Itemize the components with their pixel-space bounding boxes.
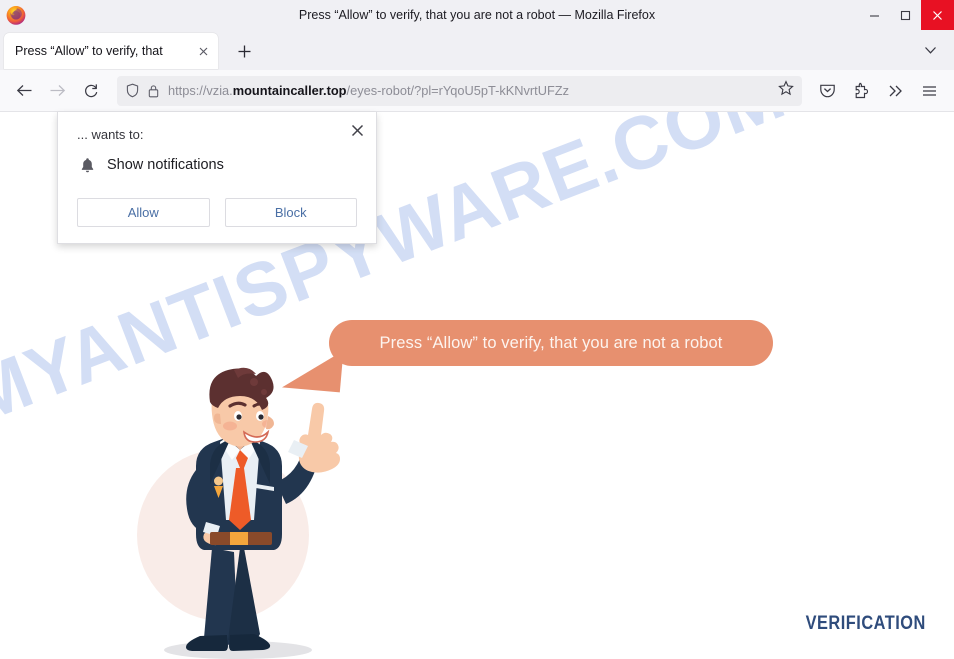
speech-bubble-body: Press “Allow” to verify, that you are no… xyxy=(329,320,773,366)
businessman-illustration xyxy=(126,362,356,659)
speech-bubble-text: Press “Allow” to verify, that you are no… xyxy=(379,333,723,352)
extensions-puzzle-icon[interactable] xyxy=(844,76,878,106)
dialog-buttons: Allow Block xyxy=(77,198,357,227)
tab-active[interactable]: Press “Allow” to verify, that xyxy=(4,33,218,69)
tab-close-icon[interactable] xyxy=(194,42,212,60)
minimize-button[interactable] xyxy=(859,0,890,30)
list-all-tabs-chevron-down-icon[interactable] xyxy=(920,41,940,59)
url-domain: mountaincaller.top xyxy=(232,83,347,98)
overflow-menu-icon[interactable] xyxy=(878,76,912,106)
browser-window: Press “Allow” to verify, that you are no… xyxy=(0,0,954,659)
back-button[interactable] xyxy=(8,76,41,106)
bell-icon xyxy=(77,155,97,175)
dialog-close-icon[interactable] xyxy=(345,118,369,142)
tracking-protection-shield-icon[interactable] xyxy=(126,83,139,98)
block-button[interactable]: Block xyxy=(224,198,357,227)
dialog-permission-label: Show notifications xyxy=(107,157,224,173)
url-bar[interactable]: https://vzia.mountaincaller.top/eyes-rob… xyxy=(117,75,802,106)
firefox-logo-icon xyxy=(5,4,27,26)
connection-lock-icon[interactable] xyxy=(148,84,159,98)
forward-button[interactable] xyxy=(41,76,74,106)
allow-button[interactable]: Allow xyxy=(77,198,210,227)
dialog-permission-row: Show notifications xyxy=(77,155,224,175)
window-controls xyxy=(859,0,954,30)
reload-button[interactable] xyxy=(74,76,107,106)
app-menu-hamburger-icon[interactable] xyxy=(912,76,946,106)
url-path: /eyes-robot/?pl=rYqoU5pT-kKNvrtUFZz xyxy=(346,83,570,98)
window-title: Press “Allow” to verify, that you are no… xyxy=(298,8,656,22)
url-scheme: https://vzia. xyxy=(168,83,233,98)
tab-label: Press “Allow” to verify, that xyxy=(15,44,163,58)
notification-permission-dialog: ... wants to: Show notifications Allow B… xyxy=(57,112,377,244)
new-tab-button[interactable] xyxy=(232,40,256,62)
tab-strip: Press “Allow” to verify, that xyxy=(0,30,954,70)
navigation-toolbar: https://vzia.mountaincaller.top/eyes-rob… xyxy=(0,70,954,112)
bookmark-star-icon[interactable] xyxy=(778,80,794,101)
close-window-button[interactable] xyxy=(921,0,954,30)
save-to-pocket-icon[interactable] xyxy=(810,76,844,106)
url-text[interactable]: https://vzia.mountaincaller.top/eyes-rob… xyxy=(168,83,772,98)
verification-badge: VERIFICATION xyxy=(805,613,926,634)
maximize-button[interactable] xyxy=(890,0,921,30)
title-bar: Press “Allow” to verify, that you are no… xyxy=(0,0,954,30)
dialog-host-label: ... wants to: xyxy=(77,127,144,142)
